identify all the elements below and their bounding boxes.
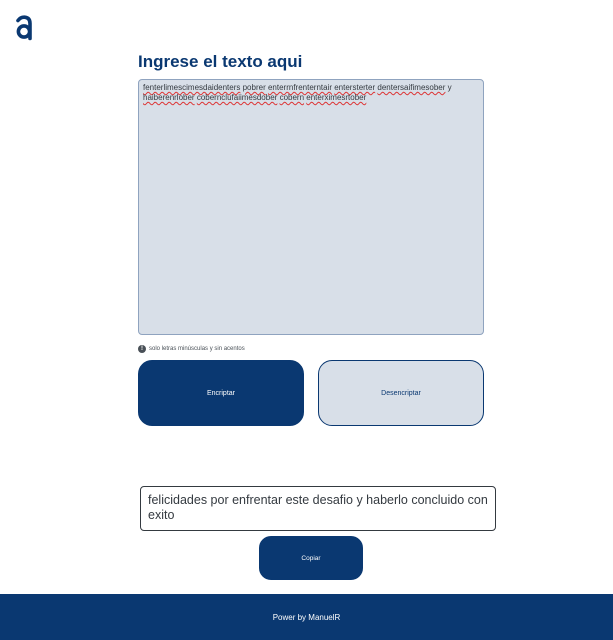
input-word: cobernclufaiimesdober (196, 93, 278, 102)
input-word: pobrer (242, 83, 266, 92)
input-hint: ! solo letras minúsculas y sin acentos (138, 344, 245, 354)
output-text-field[interactable]: felicidades por enfrentar este desafio y… (140, 486, 496, 531)
input-word: cobern (279, 93, 305, 102)
copy-button[interactable]: Copiar (259, 536, 363, 580)
page-title: Ingrese el texto aqui (138, 52, 303, 71)
input-word: entersterter (334, 83, 376, 92)
text-input[interactable]: fenterlimescimesdaidenters pobrer enterr… (138, 79, 484, 335)
footer: Power by ManuelR (0, 594, 613, 640)
decrypt-button[interactable]: Desencriptar (318, 360, 484, 426)
input-word: enterximesrtober (306, 93, 367, 102)
hint-text: solo letras minúsculas y sin acentos (149, 346, 245, 352)
info-icon: ! (138, 345, 146, 353)
alura-logo-icon (16, 15, 32, 41)
footer-text: Power by ManuelR (272, 612, 341, 622)
input-word: y (445, 83, 452, 92)
input-word: enterrnfrenterntair (267, 83, 332, 92)
input-word: fenterlimescimesdaidenters (143, 83, 241, 92)
encrypt-button[interactable]: Encriptar (138, 360, 304, 426)
input-word: haiberenrlober (143, 93, 195, 102)
input-word: dentersaifimesober (377, 83, 446, 92)
